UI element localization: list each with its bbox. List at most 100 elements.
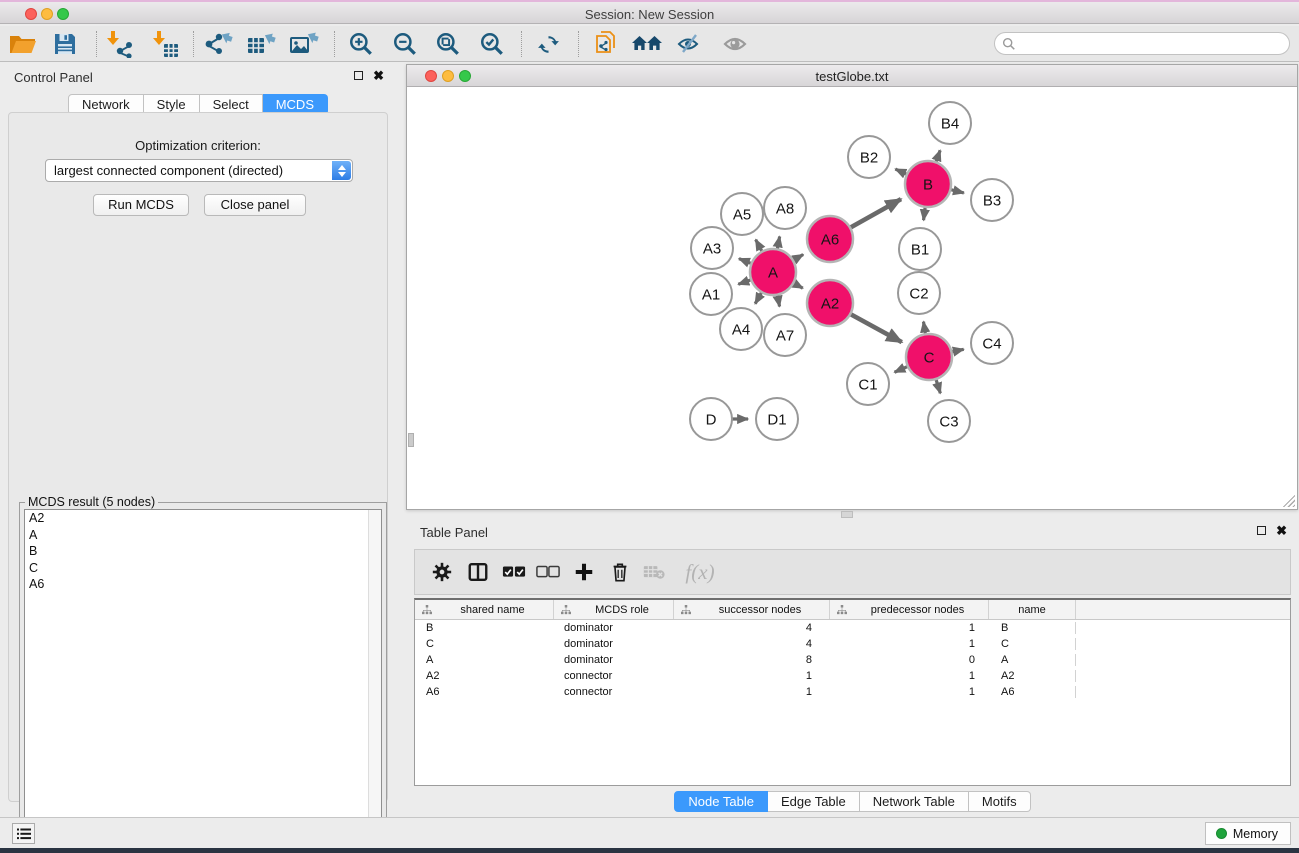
search-field[interactable] [994,32,1290,55]
fx-icon: f(x) [685,560,714,585]
graph-node-A7[interactable]: A7 [764,314,806,356]
float-panel-icon[interactable] [1257,526,1266,535]
delete-table-button[interactable] [639,557,669,587]
export-image-button[interactable] [286,27,322,61]
svg-text:A: A [768,264,778,281]
zoom-in-button[interactable] [343,27,379,61]
mcds-result-item[interactable]: A6 [25,576,381,593]
function-builder-button[interactable]: f(x) [677,557,723,587]
node-table: shared name MCDS role successor nodes [414,598,1291,786]
mcds-result-list[interactable]: A2ABCA6 [24,509,382,837]
graph-node-B3[interactable]: B3 [971,179,1013,221]
graph-node-A[interactable]: A [750,249,796,295]
svg-text:C1: C1 [858,376,877,393]
zoom-selected-button[interactable] [474,27,510,61]
graph-edge-A6-B[interactable] [849,199,901,228]
clone-network-button[interactable] [588,27,624,61]
table-settings-button[interactable] [427,557,457,587]
graph-node-C[interactable]: C [906,334,952,380]
graph-node-A8[interactable]: A8 [764,187,806,229]
save-session-button[interactable] [47,27,83,61]
graph-node-C3[interactable]: C3 [928,400,970,442]
graph-node-A5[interactable]: A5 [721,193,763,235]
column-header-name[interactable]: name [989,600,1076,619]
split-pane-handle[interactable] [841,511,853,518]
graph-node-A2[interactable]: A2 [807,280,853,326]
search-input[interactable] [1020,37,1270,51]
column-header-shared-name[interactable]: shared name [415,600,554,619]
graph-node-A3[interactable]: A3 [691,227,733,269]
clone-network-icon [593,29,619,59]
create-column-button[interactable] [569,557,599,587]
delete-columns-button[interactable] [605,557,635,587]
export-table-button[interactable] [243,27,279,61]
column-type-icon [422,605,432,615]
mcds-result-item[interactable]: B [25,543,381,560]
select-all-columns-button[interactable] [499,557,529,587]
checked-boxes-icon [502,565,526,579]
network-canvas[interactable]: B4 B2 B B3 A8 A5 A6 A3 B1 A C2 A1 A2 A4A7 C4 C C1 C3 D D1 [407,88,1297,509]
window-resize-grip[interactable] [1283,495,1295,507]
unselect-all-columns-button[interactable] [533,557,563,587]
float-panel-icon[interactable] [354,71,363,80]
import-table-button[interactable] [148,27,184,61]
close-panel-icon[interactable]: ✖ [373,71,384,80]
graph-edge-C-C1[interactable] [895,366,909,372]
graph-node-B[interactable]: B [905,161,951,207]
tab-network-table[interactable]: Network Table [860,791,969,812]
pane-divider-handle[interactable] [408,433,414,447]
graph-node-D1[interactable]: D1 [756,398,798,440]
mcds-result-item[interactable]: C [25,560,381,577]
graph-node-D[interactable]: D [690,398,732,440]
apply-layout-button[interactable] [530,27,566,61]
tab-edge-table[interactable]: Edge Table [768,791,860,812]
column-header-mcds-role[interactable]: MCDS role [554,600,674,619]
show-graphics-details-button[interactable] [718,27,754,61]
table-row[interactable]: Adominator80A [415,652,1290,668]
graph-node-A6[interactable]: A6 [807,216,853,262]
column-header-predecessor-nodes[interactable]: predecessor nodes [830,600,989,619]
table-row[interactable]: A6connector11A6 [415,684,1290,700]
table-cell: 4 [674,622,830,634]
graph-edge-A2-C[interactable] [849,314,901,343]
column-type-icon [681,605,691,615]
column-header-successor-nodes[interactable]: successor nodes [674,600,830,619]
tab-motifs[interactable]: Motifs [969,791,1031,812]
task-history-button[interactable] [12,823,35,844]
graph-node-C4[interactable]: C4 [971,322,1013,364]
svg-text:C4: C4 [982,335,1001,352]
import-network-button[interactable] [102,27,138,61]
graph-node-C2[interactable]: C2 [898,272,940,314]
graph-node-B4[interactable]: B4 [929,102,971,144]
table-row[interactable]: Cdominator41C [415,636,1290,652]
memory-button[interactable]: Memory [1205,822,1291,845]
graph-edge-C-C3[interactable] [936,378,941,393]
zoom-out-button[interactable] [387,27,423,61]
run-mcds-button[interactable]: Run MCDS [93,194,189,216]
mcds-result-item[interactable]: A2 [25,510,381,527]
scrollbar-track[interactable] [368,510,381,836]
table-cell: 1 [830,622,989,634]
open-session-button[interactable] [5,27,41,61]
graph-node-B2[interactable]: B2 [848,136,890,178]
tab-node-table[interactable]: Node Table [674,791,768,812]
graph-node-A4[interactable]: A4 [720,308,762,350]
zoom-fit-button[interactable] [430,27,466,61]
control-panel-title: Control Panel [14,70,93,85]
export-network-button[interactable] [200,27,236,61]
close-panel-button[interactable]: Close panel [204,194,306,216]
hide-graphics-details-button[interactable] [673,27,709,61]
show-columns-button[interactable] [463,557,493,587]
table-row[interactable]: A2connector11A2 [415,668,1290,684]
graph-node-C1[interactable]: C1 [847,363,889,405]
graph-node-B1[interactable]: B1 [899,228,941,270]
criterion-select[interactable]: largest connected component (directed) [45,159,353,182]
svg-text:C3: C3 [939,413,958,430]
table-row[interactable]: Bdominator41B [415,620,1290,636]
close-panel-icon[interactable]: ✖ [1276,526,1287,535]
svg-text:A5: A5 [733,206,751,223]
show-all-networks-button[interactable] [630,27,666,61]
table-cell: 8 [674,654,830,666]
mcds-result-item[interactable]: A [25,527,381,544]
graph-node-A1[interactable]: A1 [690,273,732,315]
